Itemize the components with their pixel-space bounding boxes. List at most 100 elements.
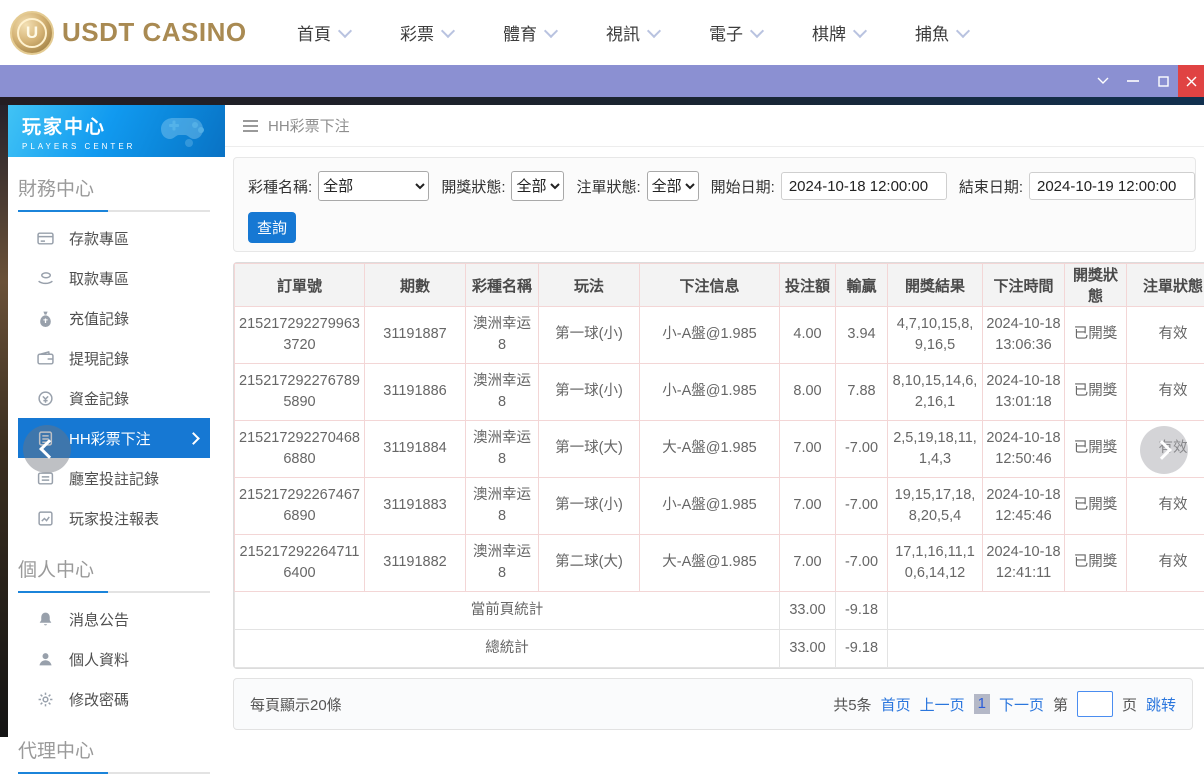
end-date-input[interactable] <box>1029 172 1195 200</box>
search-button[interactable]: 查詢 <box>248 212 296 243</box>
total-count-text: 共5条 <box>833 694 871 715</box>
cell-bet-info: 大-A盤@1.985 <box>640 535 780 592</box>
nav-item-home[interactable]: 首頁 <box>297 20 350 45</box>
header-period: 期數 <box>365 264 466 307</box>
scroll-right-button[interactable] <box>1140 426 1188 474</box>
order-status-label: 注單狀態: <box>576 176 640 197</box>
summary-label: 總統計 <box>235 630 780 668</box>
window-maximize-button[interactable] <box>1148 65 1178 97</box>
cell-period: 31191882 <box>365 535 466 592</box>
cell-lottery-name: 澳洲幸运8 <box>466 478 539 535</box>
chevron-down-icon <box>1097 77 1109 85</box>
sidebar-item-deposit[interactable]: 存款專區 <box>18 218 210 258</box>
cell-order-id: 2152172922767895890 <box>235 364 365 421</box>
header-draw-result: 開獎結果 <box>888 264 983 307</box>
sidebar-item-withdraw-record[interactable]: 提現記錄 <box>18 338 210 378</box>
nav-label: 電子 <box>709 20 743 45</box>
order-status-select[interactable]: 全部 <box>647 171 699 201</box>
gear-icon <box>37 691 54 708</box>
current-page-indicator[interactable]: 1 <box>974 694 990 714</box>
start-date-input[interactable] <box>781 172 947 200</box>
cell-bet-time: 2024-10-18 13:06:36 <box>983 307 1065 364</box>
prev-page-link[interactable]: 上一页 <box>920 694 965 715</box>
sidebar-item-label: 資金記錄 <box>69 388 129 409</box>
next-page-link[interactable]: 下一页 <box>999 694 1044 715</box>
cell-period: 31191884 <box>365 421 466 478</box>
sidebar-item-withdraw[interactable]: 取款專區 <box>18 258 210 298</box>
sidebar-item-player-bet-report[interactable]: 玩家投注報表 <box>18 498 210 538</box>
window-titlebar <box>0 65 1204 97</box>
sidebar-item-recharge-record[interactable]: 充值記錄 <box>18 298 210 338</box>
cell-draw-status: 已開獎 <box>1065 478 1127 535</box>
table-row: 2152172922647116400 31191882 澳洲幸运8 第二球(大… <box>235 535 1204 592</box>
cell-bet-amount: 7.00 <box>780 535 836 592</box>
jump-link[interactable]: 跳转 <box>1146 694 1176 715</box>
cell-play-type: 第一球(小) <box>539 307 640 364</box>
sidebar-item-change-password[interactable]: 修改密碼 <box>18 679 210 719</box>
cell-bet-amount: 7.00 <box>780 421 836 478</box>
cell-bet-amount: 8.00 <box>780 364 836 421</box>
chevron-right-icon <box>187 432 200 445</box>
summary-winloss: -9.18 <box>836 630 888 668</box>
lottery-name-select[interactable]: 全部 <box>318 171 429 201</box>
nav-item-cards[interactable]: 棋牌 <box>812 20 865 45</box>
nav-item-fishing[interactable]: 捕魚 <box>915 20 968 45</box>
first-page-link[interactable]: 首页 <box>881 694 911 715</box>
cell-winloss: 7.88 <box>836 364 888 421</box>
sidebar-menu-personal: 消息公告 個人資料 修改密碼 <box>8 599 225 719</box>
sidebar-item-notices[interactable]: 消息公告 <box>18 599 210 639</box>
start-date-label: 開始日期: <box>711 176 775 197</box>
draw-status-select[interactable]: 全部 <box>511 171 564 201</box>
lottery-name-label: 彩種名稱: <box>248 176 312 197</box>
main-nav: 首頁 彩票 體育 視訊 電子 棋牌 捕魚 <box>297 20 968 45</box>
coin-logo-icon: U <box>10 11 54 55</box>
background-left-edge <box>0 105 8 737</box>
chart-icon <box>37 510 54 527</box>
summary-label: 當前頁統計 <box>235 592 780 630</box>
header-winloss: 輸贏 <box>836 264 888 307</box>
cell-draw-result: 19,15,17,18,8,20,5,4 <box>888 478 983 535</box>
nav-item-slots[interactable]: 電子 <box>709 20 762 45</box>
sidebar-item-label: 消息公告 <box>69 609 129 630</box>
draw-status-label: 開獎狀態: <box>441 176 505 197</box>
nav-label: 捕魚 <box>915 20 949 45</box>
filter-panel: 彩種名稱: 全部 開獎狀態: 全部 注單狀態: 全部 開始日期: 結束日期: 查… <box>233 157 1196 252</box>
page-label-prefix: 第 <box>1053 694 1068 715</box>
header-order-status: 注單狀態 <box>1127 264 1204 307</box>
window-dropdown-button[interactable] <box>1088 65 1118 97</box>
cell-bet-time: 2024-10-18 13:01:18 <box>983 364 1065 421</box>
nav-item-sports[interactable]: 體育 <box>503 20 556 45</box>
nav-label: 體育 <box>503 20 537 45</box>
end-date-label: 結束日期: <box>959 176 1023 197</box>
cell-draw-status: 已開獎 <box>1065 535 1127 592</box>
cell-order-status: 有效 <box>1127 364 1204 421</box>
page-label-suffix: 页 <box>1122 694 1137 715</box>
cell-order-status: 有效 <box>1127 307 1204 364</box>
logo[interactable]: U USDT CASINO <box>10 11 245 55</box>
scroll-left-button[interactable] <box>23 425 71 473</box>
page-number-input[interactable] <box>1077 691 1113 717</box>
hamburger-menu-icon[interactable] <box>243 120 258 132</box>
breadcrumb: HH彩票下注 <box>268 115 350 136</box>
wallet-icon <box>37 350 54 367</box>
app-window: 玩家中心 PLAYERS CENTER 財務中心 存款專區 取款專區 充值記 <box>8 105 1204 737</box>
close-icon <box>1186 76 1197 87</box>
cell-bet-amount: 7.00 <box>780 478 836 535</box>
summary-row-total: 總統計 33.00 -9.18 <box>235 630 1204 668</box>
nav-item-lottery[interactable]: 彩票 <box>400 20 453 45</box>
sidebar-menu-finance: 存款專區 取款專區 充值記錄 提現記錄 資金記錄 HH彩票下注 <box>8 218 225 538</box>
sidebar-header: 玩家中心 PLAYERS CENTER <box>8 105 225 157</box>
table-row: 2152172922767895890 31191886 澳洲幸运8 第一球(小… <box>235 364 1204 421</box>
table-header-row: 訂單號 期數 彩種名稱 玩法 下注信息 投注額 輸贏 開獎結果 下注時間 開獎狀… <box>235 264 1204 307</box>
cell-bet-info: 大-A盤@1.985 <box>640 421 780 478</box>
window-minimize-button[interactable] <box>1118 65 1148 97</box>
window-close-button[interactable] <box>1178 65 1204 97</box>
sidebar-item-profile[interactable]: 個人資料 <box>18 639 210 679</box>
sidebar-item-funds-record[interactable]: 資金記錄 <box>18 378 210 418</box>
nav-item-live[interactable]: 視訊 <box>606 20 659 45</box>
cell-period: 31191887 <box>365 307 466 364</box>
coin-letter: U <box>17 18 47 48</box>
summary-bet-amount: 33.00 <box>780 592 836 630</box>
header-lottery-name: 彩種名稱 <box>466 264 539 307</box>
cell-period: 31191883 <box>365 478 466 535</box>
